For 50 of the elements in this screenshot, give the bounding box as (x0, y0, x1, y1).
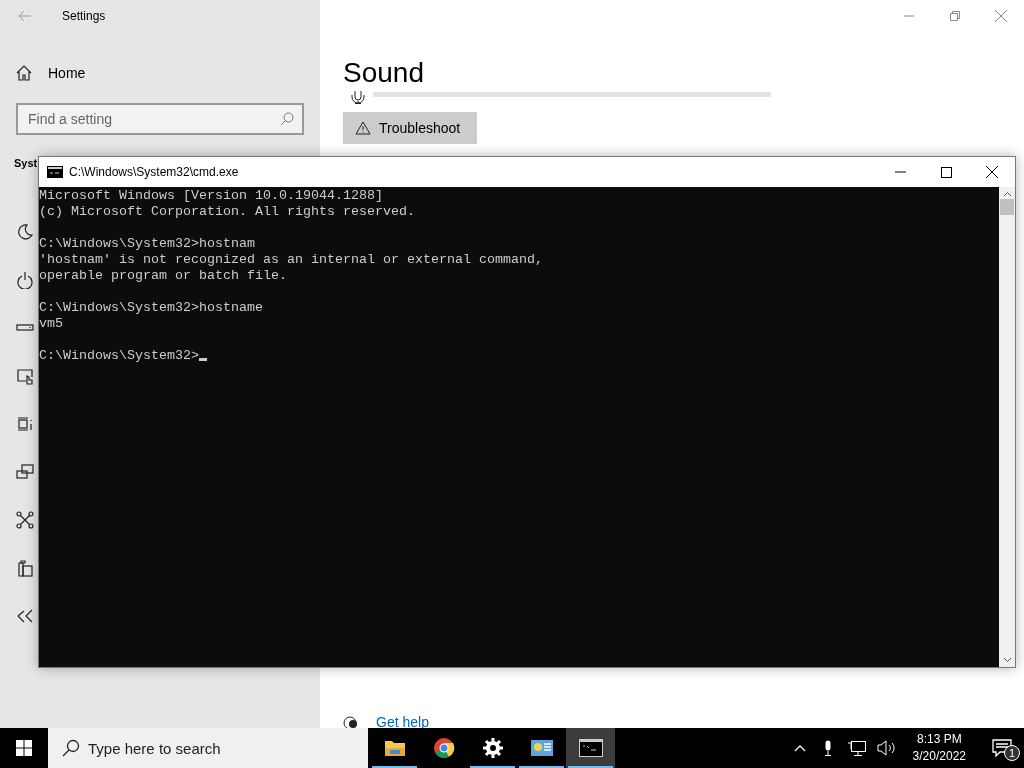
get-help-link[interactable]: Get help (376, 714, 429, 730)
console-line: 'hostnam' is not recognized as an internal or external command, (39, 252, 543, 267)
close-icon (995, 10, 1007, 22)
window-title: Settings (62, 9, 106, 23)
search-field[interactable]: Find a setting (16, 103, 304, 135)
console-title: C:\Windows\System32\cmd.exe (69, 165, 239, 179)
home-icon (16, 65, 32, 81)
scrollbar[interactable] (999, 187, 1015, 667)
close-icon (986, 166, 998, 178)
help-icon (343, 716, 359, 730)
folder-icon (383, 738, 406, 758)
message-icon (992, 739, 1012, 757)
console-line: C:\Windows\System32> (39, 348, 199, 363)
search-icon (62, 739, 80, 757)
restore-icon (950, 11, 960, 21)
notification-count: 1 (1004, 745, 1020, 761)
console-line: C:\Windows\System32>hostnam (39, 236, 255, 251)
home-nav-item[interactable]: Home (0, 57, 320, 89)
taskbar-search-field[interactable]: Type here to search (48, 728, 368, 768)
console-line: Microsoft Windows [Version 10.0.19044.1288] (39, 188, 383, 203)
section-heading: Syst (14, 157, 38, 169)
scroll-thumb[interactable] (1000, 199, 1014, 215)
scroll-up-icon[interactable] (1002, 191, 1012, 197)
page-title: Sound (343, 56, 425, 90)
notification-button[interactable]: 1 (980, 728, 1024, 768)
console-line: operable program or batch file. (39, 268, 287, 283)
terminal-icon (578, 739, 603, 757)
console-line: C:\Windows\System32>hostname (39, 300, 263, 315)
windows-logo-icon (16, 740, 32, 756)
clipboard-icon[interactable] (16, 559, 34, 577)
tablet-touch-icon[interactable] (16, 367, 34, 385)
nodes-icon[interactable] (16, 511, 34, 529)
maximize-icon (940, 166, 952, 178)
console-icon (47, 166, 63, 178)
gear-icon (481, 737, 504, 759)
microphone-icon (351, 90, 365, 104)
taskbar-app-button[interactable] (566, 728, 615, 768)
console-line: (c) Microsoft Corporation. All rights reserved. (39, 204, 415, 219)
scroll-down-icon[interactable] (1002, 657, 1012, 663)
screens-icon[interactable] (16, 463, 34, 481)
console-line: vm5 (39, 316, 63, 331)
browser-icon (432, 737, 455, 759)
moon-icon[interactable] (16, 223, 34, 241)
control-panel-icon (529, 738, 554, 758)
multitask-icon[interactable] (16, 415, 34, 433)
warning-icon (355, 121, 371, 135)
search-icon (280, 112, 294, 126)
clock[interactable]: 8:13 PM 3/20/2022 (904, 731, 974, 765)
troubleshoot-button[interactable]: Troubleshoot (343, 112, 477, 144)
power-icon[interactable] (16, 271, 34, 289)
